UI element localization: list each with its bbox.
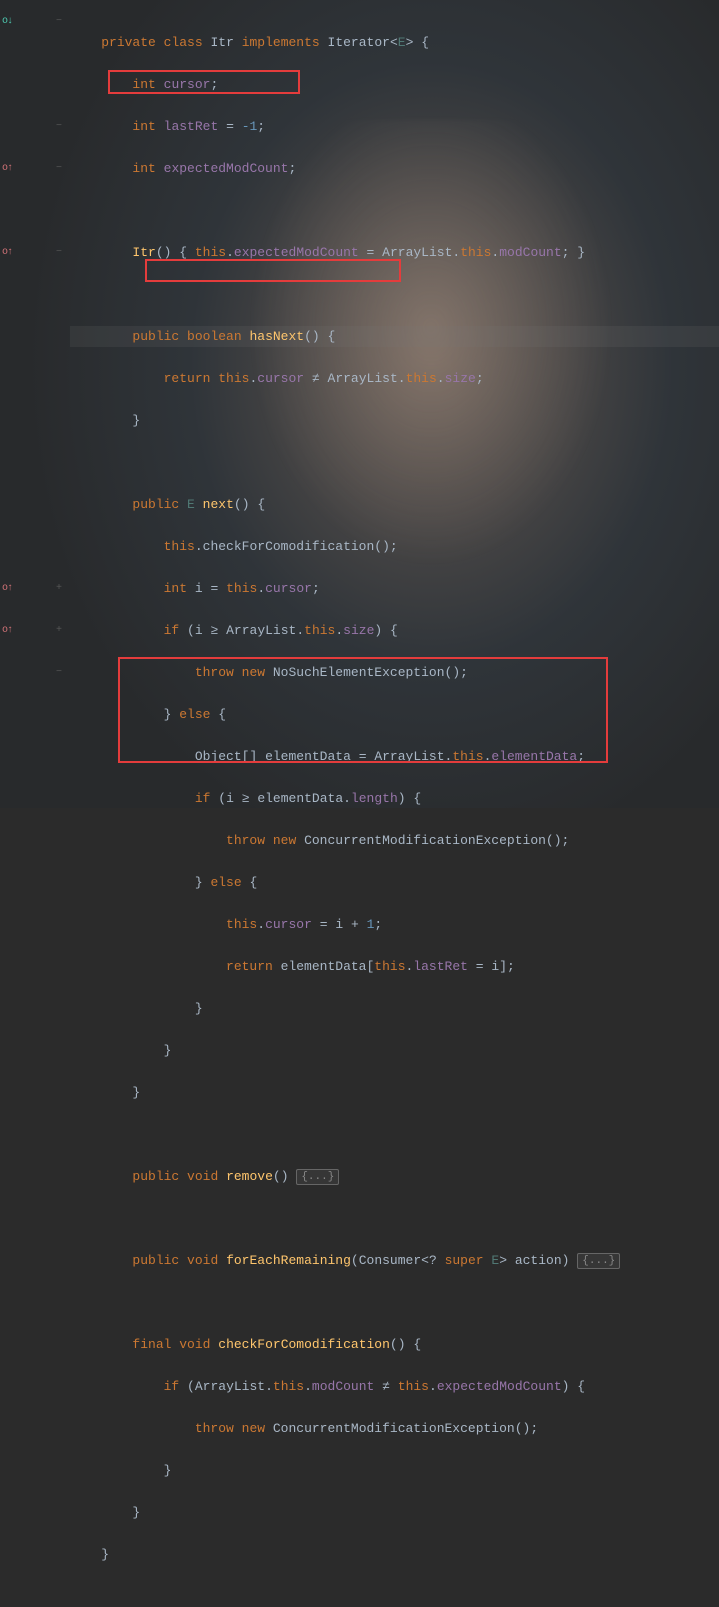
fold-tick-icon[interactable]: −: [56, 242, 62, 263]
fold-tick-icon[interactable]: −: [56, 662, 62, 683]
code-line[interactable]: throw new NoSuchElementException();: [70, 662, 719, 683]
code-line[interactable]: int cursor;: [70, 74, 719, 95]
gutter: o↓ − − o↑ − o↑ − o↑ + o↑ + −: [0, 0, 70, 808]
code-line[interactable]: }: [70, 1460, 719, 1481]
code-line[interactable]: [70, 1292, 719, 1313]
code-line[interactable]: this.checkForComodification();: [70, 536, 719, 557]
code-line[interactable]: public void forEachRemaining(Consumer<? …: [70, 1250, 719, 1271]
fold-tick-icon[interactable]: +: [56, 578, 62, 599]
code-line[interactable]: if (i ≥ elementData.length) {: [70, 788, 719, 809]
code-line[interactable]: }: [70, 1082, 719, 1103]
code-line[interactable]: private class Itr implements Iterator<E>…: [70, 32, 719, 53]
code-line[interactable]: int expectedModCount;: [70, 158, 719, 179]
code-line[interactable]: int i = this.cursor;: [70, 578, 719, 599]
code-line[interactable]: }: [70, 410, 719, 431]
code-line[interactable]: return elementData[this.lastRet = i];: [70, 956, 719, 977]
code-line[interactable]: if (ArrayList.this.modCount ≠ this.expec…: [70, 1376, 719, 1397]
override-marker-down-icon[interactable]: o↓: [2, 11, 22, 32]
fold-marker[interactable]: {...}: [577, 1253, 620, 1269]
code-line[interactable]: Itr() { this.expectedModCount = ArrayLis…: [70, 242, 719, 263]
code-line[interactable]: }: [70, 1040, 719, 1061]
override-marker-up-icon[interactable]: o↑: [2, 620, 22, 641]
code-line[interactable]: [70, 1124, 719, 1145]
fold-tick-icon[interactable]: −: [56, 158, 62, 179]
code-line[interactable]: this.cursor = i + 1;: [70, 914, 719, 935]
code-line[interactable]: throw new ConcurrentModificationExceptio…: [70, 830, 719, 851]
code-line[interactable]: public boolean hasNext() {: [70, 326, 719, 347]
fold-tick-icon[interactable]: −: [56, 11, 62, 32]
code-line[interactable]: [70, 452, 719, 473]
code-line[interactable]: [70, 200, 719, 221]
override-marker-up-icon[interactable]: o↑: [2, 158, 22, 179]
code-line[interactable]: }: [70, 998, 719, 1019]
code-line[interactable]: }: [70, 1502, 719, 1523]
code-editor[interactable]: o↓ − − o↑ − o↑ − o↑ + o↑ + − private cla…: [0, 0, 719, 808]
code-line[interactable]: }: [70, 1544, 719, 1565]
code-line[interactable]: Object[] elementData = ArrayList.this.el…: [70, 746, 719, 767]
code-line[interactable]: } else {: [70, 704, 719, 725]
code-line[interactable]: public E next() {: [70, 494, 719, 515]
fold-tick-icon[interactable]: +: [56, 620, 62, 641]
code-line[interactable]: throw new ConcurrentModificationExceptio…: [70, 1418, 719, 1439]
code-line[interactable]: public void remove() {...}: [70, 1166, 719, 1187]
fold-tick-icon[interactable]: −: [56, 116, 62, 137]
code-line[interactable]: [70, 1208, 719, 1229]
code-line[interactable]: final void checkForComodification() {: [70, 1334, 719, 1355]
code-line[interactable]: if (i ≥ ArrayList.this.size) {: [70, 620, 719, 641]
code-line[interactable]: [70, 284, 719, 305]
override-marker-up-icon[interactable]: o↑: [2, 242, 22, 263]
fold-marker[interactable]: {...}: [296, 1169, 339, 1185]
code-line[interactable]: return this.cursor ≠ ArrayList.this.size…: [70, 368, 719, 389]
code-line[interactable]: int lastRet = -1;: [70, 116, 719, 137]
override-marker-up-icon[interactable]: o↑: [2, 578, 22, 599]
code-area[interactable]: private class Itr implements Iterator<E>…: [70, 0, 719, 808]
code-line[interactable]: } else {: [70, 872, 719, 893]
